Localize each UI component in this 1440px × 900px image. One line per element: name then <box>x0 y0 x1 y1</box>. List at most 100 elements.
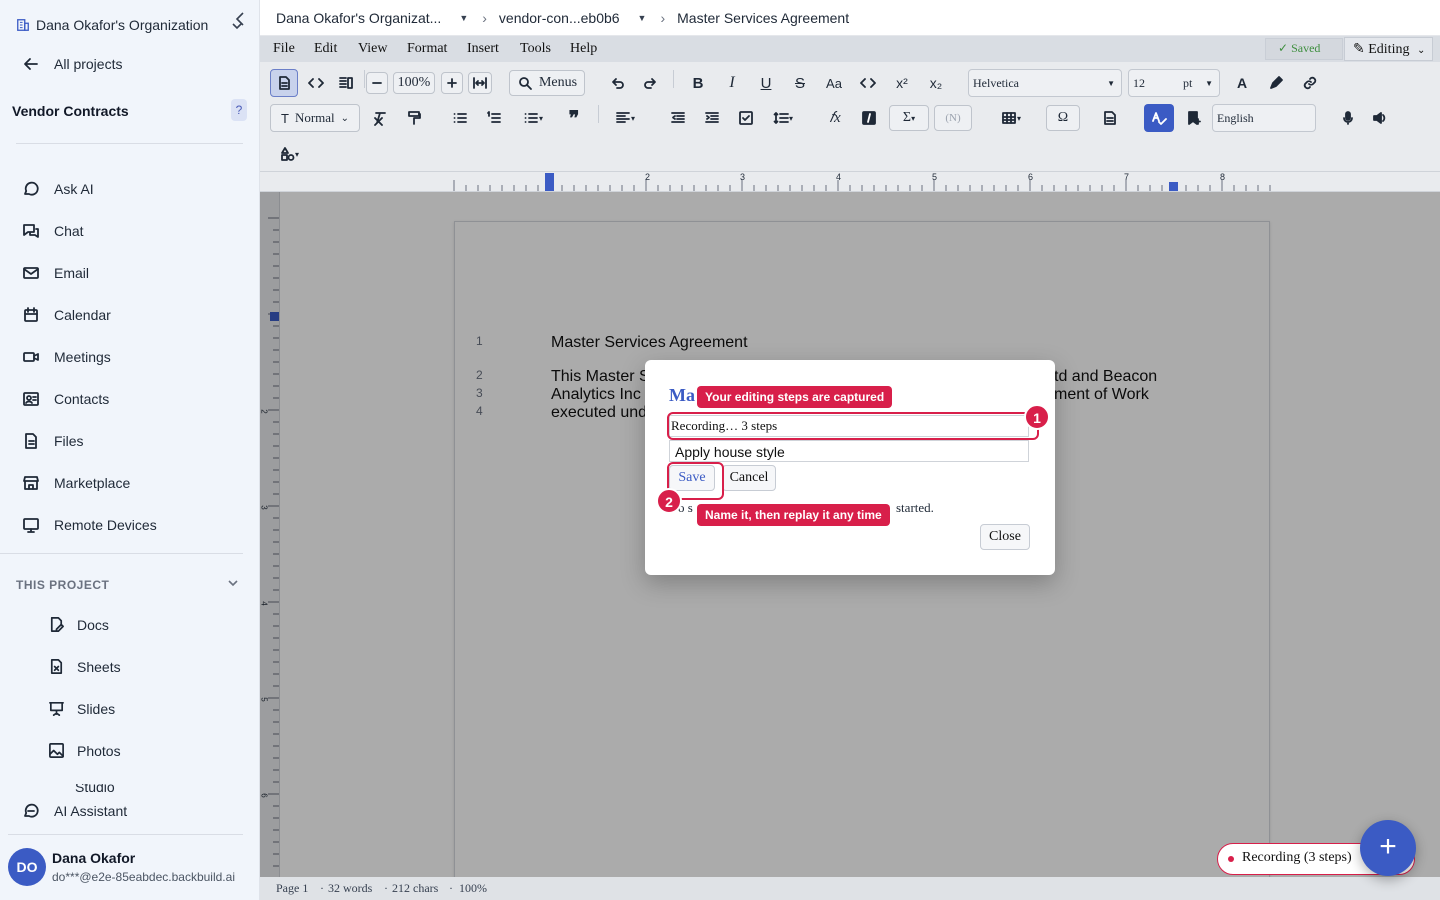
dialog-title: Ma <box>669 385 695 405</box>
spellcheck-button[interactable] <box>1144 104 1174 132</box>
collapse-sidebar-icon[interactable] <box>230 10 248 32</box>
nav-item-files[interactable]: Files <box>22 432 84 450</box>
caret-down-icon[interactable]: ▼ <box>638 13 647 23</box>
project-item-studio-clipped[interactable]: Studio <box>48 784 248 794</box>
underline-icon[interactable]: U <box>752 69 780 97</box>
zoom-out-button[interactable] <box>366 72 388 94</box>
split-view-button[interactable] <box>332 69 360 97</box>
checklist-button[interactable] <box>732 104 760 132</box>
font-case-icon[interactable]: Aa <box>820 69 848 97</box>
chevron-down-icon[interactable] <box>227 576 239 590</box>
nav-item-calendar[interactable]: Calendar <box>22 306 111 324</box>
shapes-button[interactable]: ▾ <box>274 140 304 168</box>
page-view-button[interactable] <box>270 69 298 97</box>
nav-item-ask-ai[interactable]: Ask AI <box>22 180 94 198</box>
menu-insert[interactable]: Insert <box>467 41 499 57</box>
nav-item-contacts[interactable]: Contacts <box>22 390 109 408</box>
clear-format-button[interactable] <box>366 104 394 132</box>
close-button[interactable]: Close <box>980 524 1030 550</box>
numbered-list-button[interactable] <box>480 104 508 132</box>
macro-name-input[interactable] <box>669 440 1029 462</box>
dictation-button[interactable] <box>1334 104 1362 132</box>
indent-icon <box>705 112 719 123</box>
line-spacing-button[interactable]: ▾ <box>766 104 800 132</box>
special-char-icon[interactable]: Ω <box>1046 105 1080 131</box>
menu-edit[interactable]: Edit <box>314 41 337 57</box>
highlight-button[interactable] <box>1262 69 1290 97</box>
menus-search-button[interactable]: Menus <box>509 70 585 96</box>
subscript-icon[interactable]: x₂ <box>922 69 950 97</box>
user-profile[interactable]: DO Dana Okafor do***@e2e-85eabdec.backbu… <box>0 835 260 900</box>
mode-dropdown[interactable]: ✎ Editing ⌄ <box>1344 37 1433 61</box>
italic-block-button[interactable] <box>855 104 883 132</box>
format-painter-button[interactable] <box>400 104 428 132</box>
nav-item-chat[interactable]: Chat <box>22 222 84 240</box>
superscript-icon[interactable]: x² <box>888 69 916 97</box>
ai-assistant-button[interactable]: AI Assistant <box>22 802 127 820</box>
menu-tools[interactable]: Tools <box>520 41 551 57</box>
nav-item-marketplace[interactable]: Marketplace <box>22 474 130 492</box>
breadcrumb-org[interactable]: Dana Okafor's Organizat... ▼ <box>276 10 468 26</box>
recording-label: Recording (3 steps) <box>1242 850 1352 865</box>
bookmark-add-button[interactable] <box>1180 104 1208 132</box>
html-view-button[interactable] <box>302 69 330 97</box>
redo-button[interactable] <box>637 69 665 97</box>
text-color-icon[interactable]: A <box>1228 69 1256 97</box>
bold-icon[interactable]: B <box>684 69 712 97</box>
blockquote-icon[interactable]: ❞ <box>560 104 588 132</box>
indent-button[interactable] <box>698 104 726 132</box>
table-button[interactable]: ▾ <box>994 104 1028 132</box>
bullet-list-button[interactable] <box>446 104 474 132</box>
project-item-photos[interactable]: Photos <box>48 742 121 759</box>
cancel-button[interactable]: Cancel <box>722 465 776 491</box>
inline-code-button[interactable] <box>854 69 882 97</box>
breadcrumb-document-label: Master Services Agreement <box>677 9 850 26</box>
document-icon <box>1104 111 1116 125</box>
toolbar-separator <box>598 105 599 123</box>
read-aloud-button[interactable] <box>1366 104 1394 132</box>
help-badge[interactable]: ? <box>231 99 247 121</box>
add-fab-button[interactable]: + <box>1360 820 1416 876</box>
all-projects-link[interactable]: All projects <box>22 55 122 73</box>
align-button[interactable]: ▾ <box>608 104 642 132</box>
menu-help[interactable]: Help <box>570 41 597 57</box>
breadcrumb-folder[interactable]: vendor-con...eb0b6 ▼ <box>499 10 647 26</box>
menu-file[interactable]: File <box>273 41 295 57</box>
italic-icon[interactable]: I <box>718 69 746 97</box>
font-family-select[interactable]: Helvetica ▼ <box>968 69 1122 97</box>
saved-label: Saved <box>1291 41 1321 55</box>
right-margin-marker[interactable] <box>1169 182 1178 191</box>
nav-item-email[interactable]: Email <box>22 264 89 282</box>
left-margin-marker[interactable] <box>545 173 554 191</box>
function-icon[interactable]: 𝑓x <box>821 104 849 132</box>
page-setup-button[interactable] <box>1096 104 1124 132</box>
minus-icon <box>372 82 382 84</box>
zoom-level[interactable]: 100% <box>393 72 435 94</box>
chat-bubble-icon <box>24 803 39 818</box>
caret-down-icon[interactable]: ▼ <box>459 13 468 23</box>
nav-item-remote-devices[interactable]: Remote Devices <box>22 516 157 534</box>
ruler-number: 8 <box>1220 172 1226 182</box>
footnote-icon[interactable]: (N) <box>934 105 972 131</box>
org-switcher[interactable]: Dana Okafor's Organization <box>16 17 208 33</box>
project-item-slides[interactable]: Slides <box>48 700 115 717</box>
outdent-button[interactable] <box>664 104 692 132</box>
nav-item-meetings[interactable]: Meetings <box>22 348 111 366</box>
fit-width-button[interactable] <box>468 72 492 94</box>
link-button[interactable] <box>1296 69 1324 97</box>
strikethrough-icon[interactable]: S <box>786 69 814 97</box>
project-item-docs[interactable]: Docs <box>48 616 109 633</box>
font-size-select[interactable]: 12 pt ▼ <box>1128 69 1220 97</box>
pencil-icon: ✎ <box>1353 42 1365 57</box>
paragraph-style-select[interactable]: T Normal ⌄ <box>270 104 360 132</box>
zoom-in-button[interactable] <box>441 72 463 94</box>
list-style-button[interactable]: ▾ <box>516 104 550 132</box>
language-select[interactable]: English <box>1212 104 1316 132</box>
sum-icon[interactable]: Σ ▾ <box>889 105 929 131</box>
menu-format[interactable]: Format <box>407 41 447 57</box>
menu-view[interactable]: View <box>358 41 387 57</box>
user-email: do***@e2e-85eabdec.backbuild.ai <box>52 870 235 884</box>
project-item-sheets[interactable]: Sheets <box>48 658 121 675</box>
horizontal-ruler[interactable]: 2 3 4 5 6 7 8 <box>260 172 1440 192</box>
undo-button[interactable] <box>603 69 631 97</box>
